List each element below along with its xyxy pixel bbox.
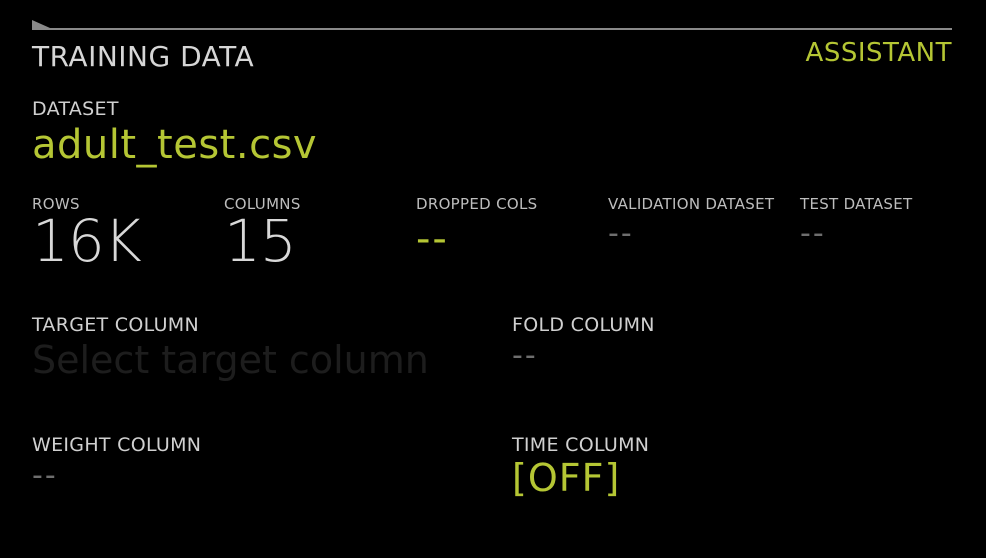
panel-title: TRAINING DATA	[32, 40, 255, 73]
validation-dataset-label: VALIDATION DATASET	[608, 195, 775, 213]
rows-value: 16K	[32, 207, 142, 275]
columns-value: 15	[224, 207, 297, 275]
validation-dataset-value[interactable]: --	[608, 216, 634, 251]
training-data-panel: TRAINING DATA ASSISTANT DATASET adult_te…	[32, 20, 952, 540]
fold-column-label: FOLD COLUMN	[512, 314, 655, 336]
weight-column-label: WEIGHT COLUMN	[32, 434, 202, 456]
dropped-cols-label: DROPPED COLS	[416, 195, 538, 213]
time-column-toggle[interactable]: [OFF]	[512, 456, 620, 500]
dataset-value-link[interactable]: adult_test.csv	[32, 122, 317, 168]
time-column-label: TIME COLUMN	[512, 434, 650, 456]
target-column-label: TARGET COLUMN	[32, 314, 199, 336]
dataset-label: DATASET	[32, 98, 119, 120]
panel-top-divider	[32, 28, 952, 30]
fold-column-value[interactable]: --	[512, 338, 538, 373]
panel-corner-tab	[32, 20, 50, 28]
test-dataset-value[interactable]: --	[800, 216, 826, 251]
target-column-input[interactable]	[32, 336, 472, 384]
test-dataset-label: TEST DATASET	[800, 195, 913, 213]
weight-column-value[interactable]: --	[32, 458, 58, 493]
dropped-cols-value[interactable]: --	[416, 216, 449, 262]
assistant-button[interactable]: ASSISTANT	[806, 38, 952, 68]
